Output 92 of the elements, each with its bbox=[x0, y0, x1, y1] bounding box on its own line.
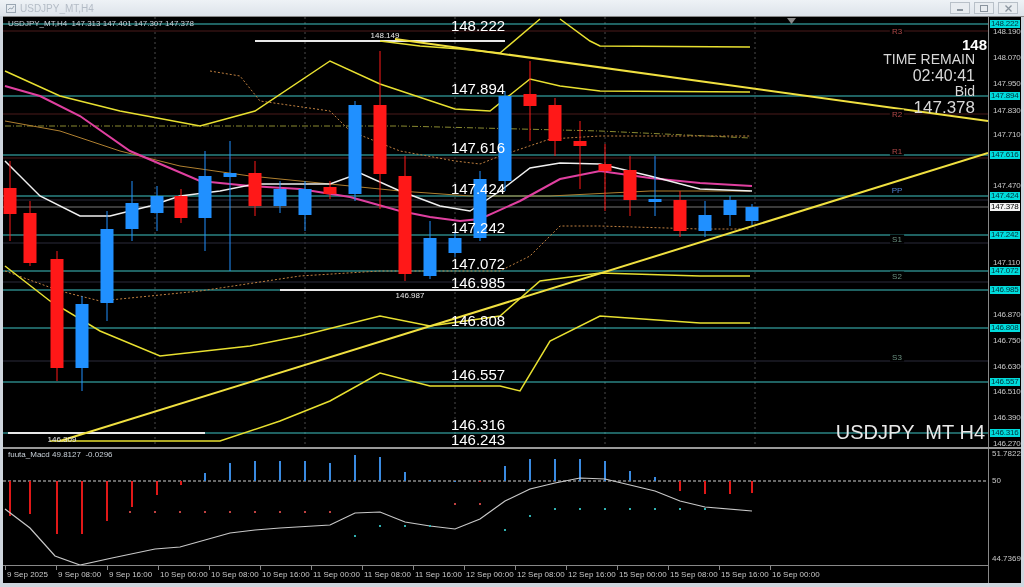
indicator-axis-label: 50 bbox=[992, 477, 1001, 485]
close-button[interactable] bbox=[998, 2, 1018, 14]
price-tag: 146.808 bbox=[990, 324, 1020, 332]
price-level-label: 146.985 bbox=[450, 274, 506, 290]
maximize-icon bbox=[980, 4, 988, 12]
candle bbox=[723, 195, 737, 227]
bid-label: Bid bbox=[954, 84, 975, 99]
candle bbox=[298, 180, 312, 232]
price-marker-label: 146.987 bbox=[395, 290, 425, 300]
pivot-label: R2 bbox=[889, 109, 905, 119]
time-label: 12 Sep 16:00 bbox=[568, 570, 616, 579]
price-tick-label: 146.510 bbox=[993, 388, 1021, 396]
price-tag: 146.985 bbox=[990, 286, 1020, 294]
candle bbox=[673, 190, 687, 238]
price-level-label: 146.243 bbox=[450, 431, 506, 447]
candle bbox=[623, 155, 637, 217]
price-tag: 147.242 bbox=[990, 231, 1020, 239]
candle bbox=[23, 200, 37, 267]
candle bbox=[573, 120, 587, 190]
price-tick-label: 146.270 bbox=[993, 440, 1021, 448]
symbol-label: USDJPY MT H4 bbox=[835, 421, 985, 443]
candle bbox=[698, 200, 712, 238]
price-marker-label: 148.149 bbox=[370, 30, 400, 40]
price-label: 148 bbox=[961, 37, 987, 52]
price-tick-label: 146.630 bbox=[993, 363, 1021, 371]
candle bbox=[423, 220, 437, 280]
price-tick-label: 147.110 bbox=[993, 259, 1020, 267]
time-label: 10 Sep 08:00 bbox=[211, 570, 259, 579]
price-tick-label: 147.710 bbox=[993, 131, 1021, 139]
pivot-label: R1 bbox=[889, 146, 905, 156]
time-label: 15 Sep 16:00 bbox=[721, 570, 769, 579]
price-level-label: 146.316 bbox=[450, 416, 506, 432]
indicator-header: fuuta_Macd 49.8127 -0.0296 bbox=[8, 450, 113, 459]
candle bbox=[174, 188, 188, 224]
pivot-label: R3 bbox=[889, 26, 905, 36]
candle bbox=[548, 97, 562, 157]
price-tick-label: 146.870 bbox=[993, 311, 1021, 319]
time-label: 9 Sep 16:00 bbox=[109, 570, 153, 579]
pivot-label: S3 bbox=[890, 352, 904, 362]
bid-price-tag: 147.378 bbox=[990, 203, 1020, 211]
time-label: 12 Sep 08:00 bbox=[517, 570, 565, 579]
time-label: 15 Sep 08:00 bbox=[670, 570, 718, 579]
price-tick-label: 147.830 bbox=[993, 107, 1021, 115]
candle bbox=[448, 232, 462, 258]
candle bbox=[745, 203, 759, 226]
close-icon bbox=[1004, 4, 1012, 12]
pivot-label: PP bbox=[889, 185, 905, 195]
candle bbox=[125, 180, 139, 242]
chart-window-icon bbox=[6, 3, 16, 13]
price-tick-label: 146.750 bbox=[993, 337, 1021, 345]
price-level-label: 148.222 bbox=[450, 17, 506, 33]
time-label: 11 Sep 00:00 bbox=[313, 570, 360, 579]
candle bbox=[598, 143, 612, 212]
chart-header: USDJPY_MT,H4 147.313 147.401 147.307 147.378 bbox=[8, 19, 194, 28]
indicator-axis-label: 44.7369 bbox=[992, 555, 1021, 563]
price-tag: 147.072 bbox=[990, 267, 1020, 275]
candle bbox=[648, 155, 662, 217]
price-tag: 147.424 bbox=[990, 192, 1020, 200]
price-tag: 146.557 bbox=[990, 378, 1020, 386]
time-label: 12 Sep 00:00 bbox=[466, 570, 514, 579]
time-label: 9 Sep 2025 bbox=[7, 570, 48, 579]
price-level-label: 147.072 bbox=[450, 255, 506, 271]
price-tick-label: 146.390 bbox=[993, 414, 1021, 422]
minimize-button[interactable] bbox=[950, 2, 970, 14]
countdown-title: TIME REMAIN bbox=[883, 52, 975, 67]
maximize-button[interactable] bbox=[974, 2, 994, 14]
time-label: 10 Sep 16:00 bbox=[262, 570, 310, 579]
price-tick-label: 147.470 bbox=[993, 182, 1021, 190]
price-level-label: 146.557 bbox=[450, 366, 506, 382]
price-tick-label: 147.950 bbox=[993, 80, 1021, 88]
countdown-timer: 02:40:41 bbox=[912, 67, 975, 84]
time-label: 9 Sep 08:00 bbox=[58, 570, 102, 579]
candle bbox=[150, 185, 164, 232]
price-tag: 147.894 bbox=[990, 92, 1020, 100]
price-tick-label: 148.070 bbox=[993, 54, 1021, 62]
time-label: 15 Sep 00:00 bbox=[619, 570, 667, 579]
pivot-label: S1 bbox=[890, 234, 904, 244]
price-level-label: 147.894 bbox=[450, 80, 506, 96]
time-label: 11 Sep 08:00 bbox=[364, 570, 411, 579]
candle bbox=[273, 180, 287, 214]
price-tag: 146.316 bbox=[990, 429, 1020, 437]
candle bbox=[323, 180, 337, 200]
price-tag: 148.222 bbox=[990, 20, 1020, 28]
price-tick-label: 148.190 bbox=[993, 28, 1021, 36]
time-label: 16 Sep 00:00 bbox=[772, 570, 820, 579]
pivot-label: S2 bbox=[890, 271, 904, 281]
price-tag: 147.616 bbox=[990, 151, 1020, 159]
time-label: 10 Sep 00:00 bbox=[160, 570, 208, 579]
bid-price: 147.378 bbox=[913, 99, 975, 117]
time-label: 11 Sep 16:00 bbox=[415, 570, 462, 579]
candle bbox=[248, 160, 262, 217]
indicator-axis-label: 51.7822 bbox=[992, 450, 1021, 458]
